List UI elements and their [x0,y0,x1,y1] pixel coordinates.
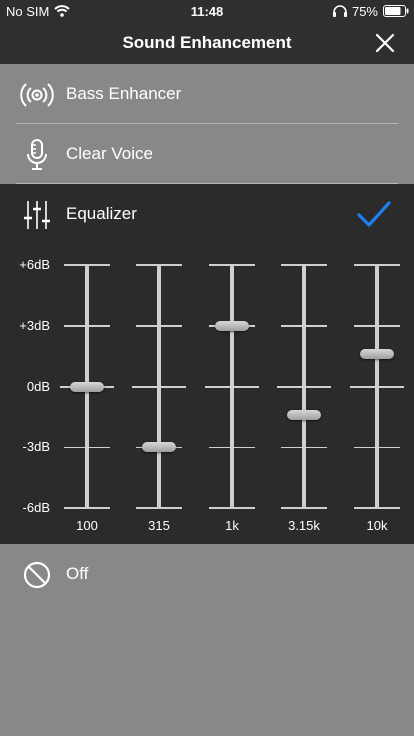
band-frequency-label: 100 [76,518,98,533]
off-circle-icon [23,561,51,589]
option-label: Bass Enhancer [66,84,182,103]
option-equalizer[interactable]: Equalizer [0,184,414,244]
equalizer-sliders-icon [24,201,50,229]
slider-knob-1k[interactable] [215,320,249,331]
slider-knob-315[interactable] [142,442,176,453]
selected-check-icon [357,201,391,227]
db-scale-label: -3dB [22,439,50,455]
db-scale-label: +3dB [19,317,50,333]
slider-knob-10k[interactable] [360,349,394,360]
db-scale-label: -6dB [22,500,50,515]
db-scale-label: 0dB [26,378,50,394]
option-clear-voice[interactable]: Clear Voice [0,124,414,184]
slider-track-10k [375,265,379,508]
option-bass-enhancer[interactable]: Bass Enhancer [0,64,414,124]
headphones-icon [333,5,347,17]
close-button[interactable] [372,30,398,56]
slider-knob-3.15k[interactable] [287,409,321,420]
db-scale-label: +6dB [19,257,50,272]
slider-track-315 [157,265,161,508]
band-frequency-label: 315 [148,518,170,533]
option-label: Clear Voice [66,144,153,163]
band-frequency-label: 1k [225,518,239,533]
microphone-icon [27,139,47,170]
status-bar: No SIM 11:48 75% [0,0,414,22]
band-frequency-label: 3.15k [288,518,320,533]
page-title: Sound Enhancement [122,33,292,52]
option-label: Equalizer [66,204,137,223]
bass-enhancer-icon [20,83,54,107]
slider-track-1k [230,265,234,508]
battery-icon [383,5,409,17]
slider-track-3.15k [302,265,306,508]
option-label: Off [66,564,89,583]
slider-knob-100[interactable] [70,381,104,392]
option-off[interactable]: Off [0,544,414,604]
band-frequency-label: 10k [366,518,388,533]
battery-percent: 75% [351,4,378,19]
